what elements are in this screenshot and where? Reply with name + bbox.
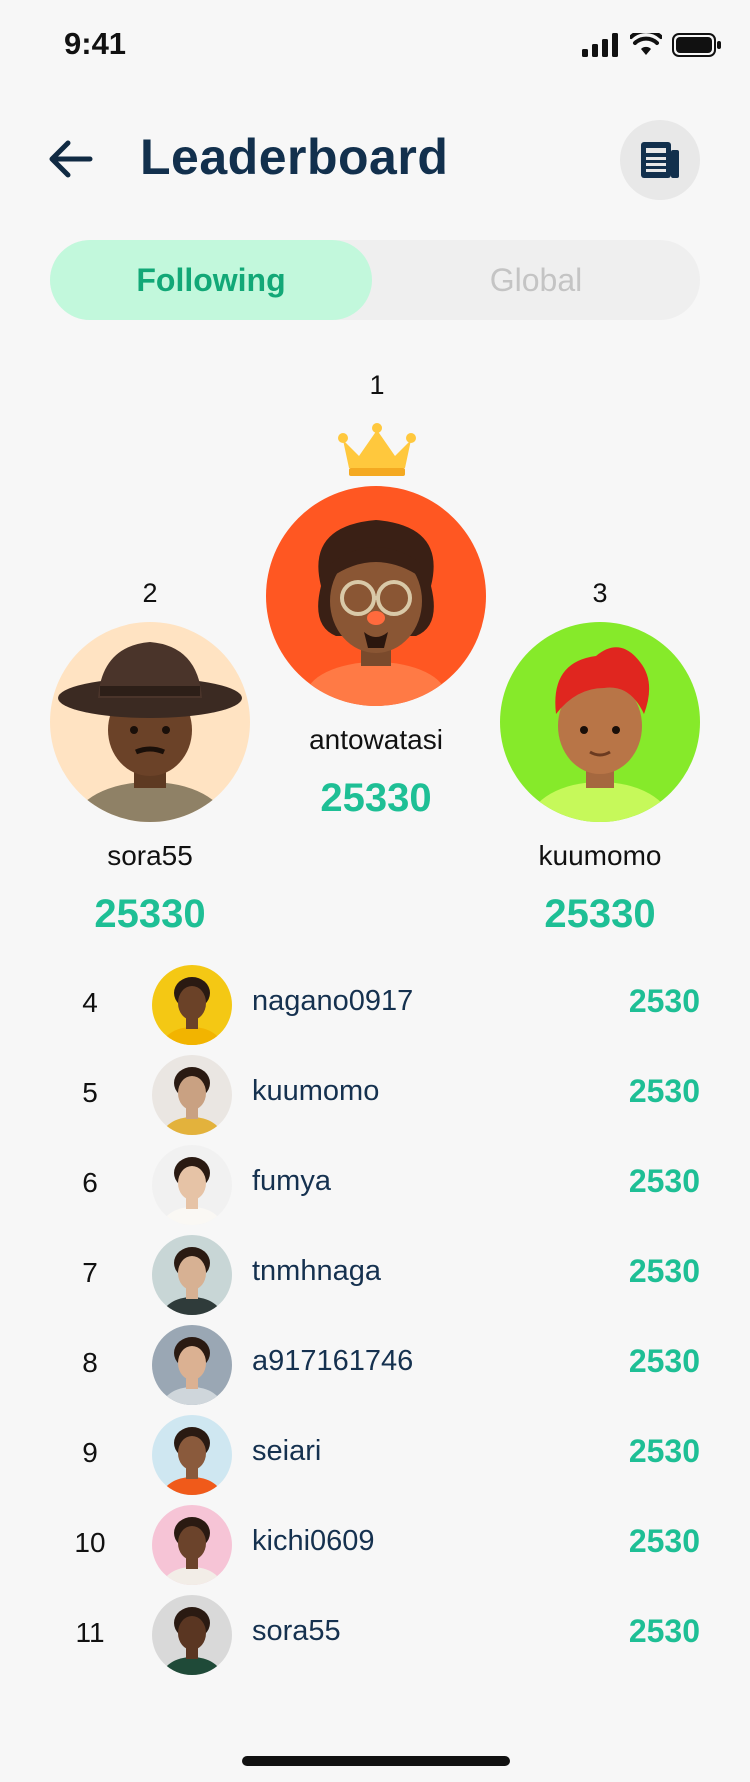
page-title: Leaderboard [140,129,449,185]
row-rank: 4 [82,987,98,1018]
news-button[interactable] [620,120,700,200]
row-rank: 8 [82,1347,98,1378]
row-score: 2530 [628,1523,700,1559]
crown-icon [338,423,416,476]
podium-rank-third: 3 [592,578,608,608]
avatar-image [152,1235,232,1315]
podium-score-first: 25330 [320,776,432,820]
row-username: sora55 [252,1615,341,1647]
avatar [152,1145,232,1225]
row-score: 2530 [628,1433,700,1469]
status-icons [582,32,722,58]
row-score: 2530 [628,983,700,1019]
row-rank: 11 [75,1617,105,1648]
header: Leaderboard [0,110,750,210]
row-rank: 9 [82,1437,98,1468]
avatar [152,965,232,1045]
battery-icon [672,33,721,57]
avatar-image [152,965,232,1045]
row-username: kuumomo [252,1075,380,1107]
list-item[interactable]: 7 tnmhnaga 2530 [0,1230,750,1320]
avatar-image [152,1505,232,1585]
podium: 1 antowatasi 25330 2 sora55 25330 3 kuum… [0,360,750,950]
podium-rank-second: 2 [142,578,158,608]
row-rank: 7 [82,1257,98,1288]
row-username: kichi0609 [252,1525,375,1557]
list-item[interactable]: 6 fumya 2530 [0,1140,750,1230]
back-button[interactable] [40,134,100,184]
row-score: 2530 [628,1343,700,1379]
avatar-image [152,1325,232,1405]
row-username: seiari [252,1435,322,1467]
avatar-image [152,1415,232,1495]
list-item[interactable]: 4 nagano0917 2530 [0,960,750,1050]
podium-avatar-second[interactable] [50,622,250,822]
tab-bar: Following Global [50,240,700,320]
cellular-signal-icon [582,33,618,57]
tab-global[interactable]: Global [372,240,700,320]
arrow-left-icon [49,140,93,178]
podium-name-third: kuumomo [538,840,662,871]
avatar-image [500,622,700,822]
tab-following[interactable]: Following [50,240,372,320]
avatar [152,1325,232,1405]
podium-score-third: 25330 [544,892,656,936]
list-item[interactable]: 5 kuumomo 2530 [0,1050,750,1140]
avatar [152,1595,232,1675]
row-rank: 5 [82,1077,98,1108]
avatar-image [152,1145,232,1225]
row-username: nagano0917 [252,985,414,1017]
avatar [152,1415,232,1495]
podium-name-first: antowatasi [309,724,443,755]
podium-avatar-third[interactable] [500,622,700,822]
podium-name-second: sora55 [107,840,193,871]
podium-avatar-first[interactable] [266,486,486,706]
status-time: 9:41 [64,26,127,61]
row-score: 2530 [628,1163,700,1199]
avatar-image [152,1055,232,1135]
row-username: fumya [252,1165,331,1197]
list-item[interactable]: 10 kichi0609 2530 [0,1500,750,1590]
row-username: tnmhnaga [252,1255,381,1287]
avatar [152,1505,232,1585]
podium-rank-first: 1 [369,370,385,400]
row-score: 2530 [628,1253,700,1289]
row-score: 2530 [628,1073,700,1109]
status-bar: 9:41 [0,0,750,90]
newspaper-icon [641,142,679,178]
list-item[interactable]: 9 seiari 2530 [0,1410,750,1500]
avatar-image [266,486,486,706]
avatar [152,1235,232,1315]
row-rank: 10 [74,1527,106,1558]
row-rank: 6 [82,1167,98,1198]
avatar [152,1055,232,1135]
list-item[interactable]: 11 sora55 2530 [0,1590,750,1680]
avatar-image [50,622,250,822]
home-indicator [242,1756,510,1766]
podium-score-second: 25330 [94,892,206,936]
list-item[interactable]: 8 a917161746 2530 [0,1320,750,1410]
row-username: a917161746 [252,1345,414,1377]
row-score: 2530 [628,1613,700,1649]
avatar-image [152,1595,232,1675]
wifi-icon [630,33,662,55]
